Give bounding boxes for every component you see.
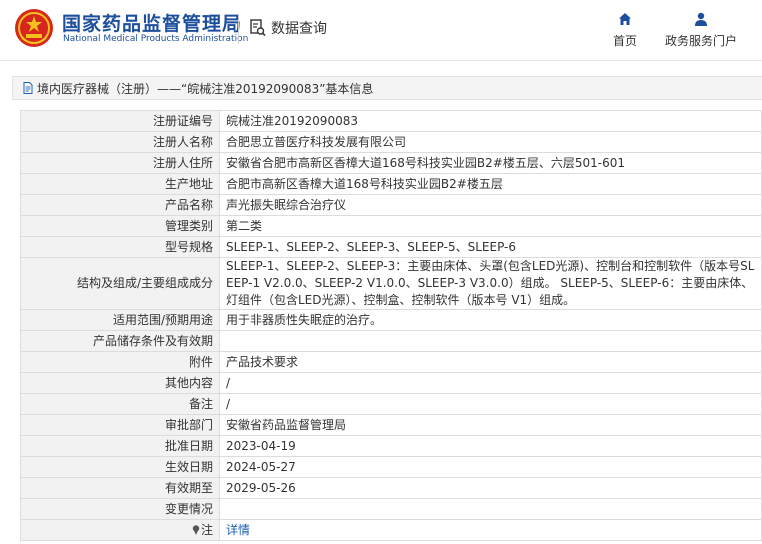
- org-name-en: National Medical Products Administration: [63, 34, 249, 44]
- row-label: 产品储存条件及有效期: [20, 330, 220, 352]
- row-value: /: [219, 393, 762, 415]
- note-label-cell: 注: [20, 519, 220, 541]
- table-row: 产品名称 声光振失眠综合治疗仪: [20, 194, 762, 216]
- row-value: [219, 498, 762, 520]
- table-row: 生效日期 2024-05-27: [20, 456, 762, 478]
- site-header: 国家药品监督管理局 National Medical Products Admi…: [0, 0, 762, 61]
- table-row: 审批部门 安徽省药品监督管理局: [20, 414, 762, 436]
- row-label: 产品名称: [20, 194, 220, 216]
- search-document-icon: [250, 19, 266, 37]
- row-label: 管理类别: [20, 215, 220, 237]
- table-row: 管理类别 第二类: [20, 215, 762, 237]
- row-label: 有效期至: [20, 477, 220, 499]
- data-query-label: 数据查询: [271, 21, 327, 37]
- row-label: 生产地址: [20, 173, 220, 195]
- row-label: 注册人名称: [20, 131, 220, 153]
- table-row: 变更情况: [20, 498, 762, 520]
- nav-gov-service[interactable]: 政务服务门户: [662, 12, 740, 49]
- row-label: 其他内容: [20, 372, 220, 394]
- row-value: 产品技术要求: [219, 351, 762, 373]
- user-icon: [695, 12, 707, 26]
- document-icon: [23, 82, 33, 94]
- table-row: 批准日期 2023-04-19: [20, 435, 762, 457]
- row-value: 皖械注准20192090083: [219, 110, 762, 132]
- row-value: 合肥思立普医疗科技发展有限公司: [219, 131, 762, 153]
- table-row: 结构及组成/主要组成成分 SLEEP-1、SLEEP-2、SLEEP-3：主要由…: [20, 257, 762, 310]
- row-label: 注册证编号: [20, 110, 220, 132]
- row-label: 审批部门: [20, 414, 220, 436]
- table-row: 附件 产品技术要求: [20, 351, 762, 373]
- row-value: 声光振失眠综合治疗仪: [219, 194, 762, 216]
- note-row: 注 详情: [20, 519, 762, 541]
- table-row: 其他内容 /: [20, 372, 762, 394]
- home-icon: [619, 13, 631, 25]
- detail-title-bar: 境内医疗器械（注册）——“皖械注准20192090083”基本信息: [12, 76, 762, 100]
- nav-home-label: 首页: [612, 34, 637, 48]
- header-divider: [238, 14, 239, 44]
- org-name-cn: 国家药品监督管理局: [62, 13, 243, 35]
- row-value: /: [219, 372, 762, 394]
- table-row: 生产地址 合肥市高新区香樟大道168号科技实业园B2#楼五层: [20, 173, 762, 195]
- row-label: 备注: [20, 393, 220, 415]
- note-label: 注: [200, 522, 213, 537]
- row-value: 用于非器质性失眠症的治疗。: [219, 309, 762, 331]
- nav-home[interactable]: 首页: [610, 12, 640, 49]
- table-row: 型号规格 SLEEP-1、SLEEP-2、SLEEP-3、SLEEP-5、SLE…: [20, 236, 762, 258]
- note-value-cell: 详情: [219, 519, 762, 541]
- details-link[interactable]: 详情: [226, 523, 250, 537]
- table-row: 注册证编号 皖械注准20192090083: [20, 110, 762, 132]
- pin-icon: [192, 524, 200, 535]
- row-value: 合肥市高新区香樟大道168号科技实业园B2#楼五层: [219, 173, 762, 195]
- table-row: 注册人名称 合肥思立普医疗科技发展有限公司: [20, 131, 762, 153]
- row-value: 2023-04-19: [219, 435, 762, 457]
- device-info-table: 注册证编号 皖械注准20192090083 注册人名称 合肥思立普医疗科技发展有…: [20, 110, 762, 541]
- row-value: 2029-05-26: [219, 477, 762, 499]
- table-row: 适用范围/预期用途 用于非器质性失眠症的治疗。: [20, 309, 762, 331]
- national-emblem-icon: [15, 9, 53, 47]
- row-label: 批准日期: [20, 435, 220, 457]
- row-label: 生效日期: [20, 456, 220, 478]
- table-row: 产品储存条件及有效期: [20, 330, 762, 352]
- row-label: 结构及组成/主要组成成分: [20, 257, 220, 310]
- row-label: 注册人住所: [20, 152, 220, 174]
- row-label: 附件: [20, 351, 220, 373]
- detail-title: 境内医疗器械（注册）——“皖械注准20192090083”基本信息: [37, 81, 374, 96]
- row-value: [219, 330, 762, 352]
- row-label: 变更情况: [20, 498, 220, 520]
- table-row: 注册人住所 安徽省合肥市高新区香樟大道168号科技实业园B2#楼五层、六层501…: [20, 152, 762, 174]
- row-value: 安徽省药品监督管理局: [219, 414, 762, 436]
- row-value: 第二类: [219, 215, 762, 237]
- nav-gov-service-label: 政务服务门户: [664, 34, 737, 48]
- data-query-link[interactable]: 数据查询: [250, 18, 327, 38]
- row-label: 适用范围/预期用途: [20, 309, 220, 331]
- row-value: 2024-05-27: [219, 456, 762, 478]
- table-row: 有效期至 2029-05-26: [20, 477, 762, 499]
- row-value: 安徽省合肥市高新区香樟大道168号科技实业园B2#楼五层、六层501-601: [219, 152, 762, 174]
- row-label: 型号规格: [20, 236, 220, 258]
- row-value: SLEEP-1、SLEEP-2、SLEEP-3：主要由床体、头罩(包含LED光源…: [219, 257, 762, 310]
- table-row: 备注 /: [20, 393, 762, 415]
- row-value: SLEEP-1、SLEEP-2、SLEEP-3、SLEEP-5、SLEEP-6: [219, 236, 762, 258]
